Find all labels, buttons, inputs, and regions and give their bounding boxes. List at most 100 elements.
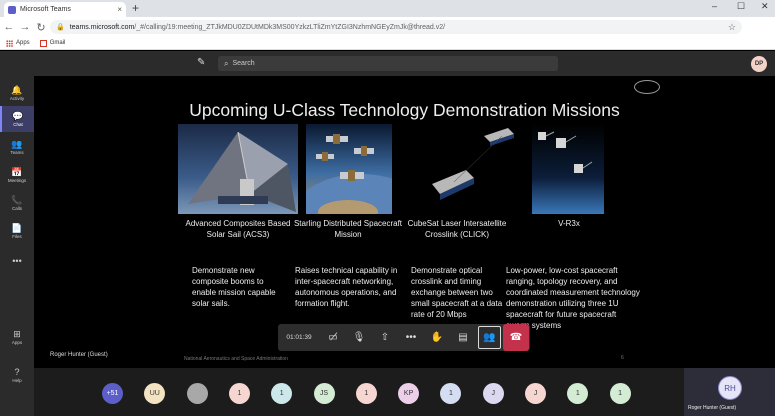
show-conversation-button[interactable]: ▤ [450, 324, 476, 351]
close-tab-icon[interactable]: × [117, 5, 122, 14]
search-icon: ⌕ [224, 58, 229, 68]
participant-avatar[interactable]: J [525, 383, 546, 404]
rail-item-label: Calls [11, 206, 22, 211]
acs3-image [178, 124, 298, 214]
camera-off-icon: ▭̸ [328, 332, 338, 343]
click-image [418, 124, 530, 214]
participant-avatar[interactable]: KP [398, 383, 420, 404]
teams-header: ✎ ⌕ Search DP [0, 51, 775, 76]
more-participants-badge[interactable]: +51 [102, 383, 123, 404]
participant-avatar[interactable]: J [482, 383, 504, 404]
participant-avatar[interactable] [186, 383, 208, 404]
gmail-icon [39, 39, 47, 47]
phone-icon: 📞 [11, 195, 23, 205]
rail-item-apps[interactable]: ⊞ Apps [0, 324, 34, 350]
rail-item-label: Activity [9, 96, 25, 101]
url-host: teams.microsoft.com [69, 23, 135, 31]
mute-button[interactable]: 🎙 [346, 324, 372, 351]
bookmark-star-icon[interactable]: ☆ [728, 22, 736, 33]
rail-item-label: Meetings [7, 178, 27, 183]
browser-tab[interactable]: Microsoft Teams × [4, 2, 126, 17]
participant-avatar[interactable]: 1 [271, 383, 293, 404]
search-placeholder: Search [232, 60, 255, 67]
rail-item-meetings[interactable]: 📅 Meetings [0, 162, 34, 188]
maximize-window-button[interactable]: ☐ [737, 1, 745, 12]
participant-roster: RH Roger Hunter (Guest) +51 UU 1 1 JS 1 KP 1 J J 1… [34, 368, 775, 416]
slide-footer: National Aeronautics and Space Administr… [184, 356, 288, 362]
new-chat-icon[interactable]: ✎ [197, 57, 205, 68]
rail-item-help[interactable]: ? Help [0, 362, 34, 388]
tab-title: Microsoft Teams [20, 6, 71, 13]
more-icon: ••• [405, 332, 417, 343]
forward-arrow-icon[interactable]: → [18, 21, 32, 33]
file-icon: 📄 [11, 223, 23, 233]
nasa-logo [634, 80, 660, 94]
rail-item-teams[interactable]: 👥 Teams [0, 134, 34, 160]
lock-icon: 🔒 [56, 24, 65, 31]
call-timer: 01:01:39 [286, 334, 312, 341]
mission-desc-click: Demonstrate optical crosslink and timing… [411, 266, 503, 319]
more-icon: ••• [12, 256, 22, 266]
address-bar[interactable]: 🔒 teams.microsoft.com/_#/calling/19:meet… [50, 20, 742, 34]
mission-name-vr3x: V-R3x [558, 219, 580, 228]
self-video-tile: RH Roger Hunter (Guest) [684, 368, 775, 416]
url-path: /_#/calling/19:meeting_ZTJkMDU0ZDUtMDk3M… [134, 23, 446, 31]
slide-title: Upcoming U-Class Technology Demonstratio… [189, 100, 620, 120]
raise-hand-button[interactable]: ✋ [424, 324, 450, 351]
rail-item-files[interactable]: 📄 Files [0, 218, 34, 244]
participant-avatar[interactable]: 1 [567, 383, 589, 404]
rail-item-activity[interactable]: 🔔 Activity [0, 80, 34, 106]
more-actions-button[interactable]: ••• [398, 324, 424, 351]
self-name: Roger Hunter (Guest) [688, 405, 737, 411]
reload-icon[interactable]: ↻ [34, 21, 48, 34]
teams-favicon-icon [8, 5, 16, 14]
rail-item-label: Help [12, 378, 22, 383]
slide-page-number: 6 [621, 355, 624, 361]
hang-up-button[interactable]: ☎ [503, 324, 529, 351]
participant-avatar[interactable]: JS [313, 383, 335, 404]
starling-image [306, 124, 392, 214]
bookmark-gmail-label: Gmail [49, 40, 66, 46]
share-button[interactable]: ⇧ [372, 324, 398, 351]
mission-desc-vr3x: Low-power, low-cost spacecraft ranging, … [506, 266, 640, 330]
mic-off-icon: 🎙 [352, 332, 366, 343]
self-avatar: RH [718, 376, 742, 400]
bookmark-apps[interactable]: Apps [6, 39, 30, 47]
mission-name-starling: Starling Distributed Spacecraft Mission [293, 219, 403, 239]
chat-icon: 💬 [12, 111, 24, 121]
help-icon: ? [14, 367, 20, 377]
rail-item-chat[interactable]: 💬 Chat [0, 106, 34, 132]
bookmark-gmail[interactable]: Gmail [39, 39, 66, 47]
bookmark-apps-label: Apps [16, 40, 30, 46]
show-participants-button[interactable]: 👥 [478, 326, 501, 349]
camera-off-button[interactable]: ▭̸ [320, 324, 346, 351]
share-screen-icon: ⇧ [380, 332, 390, 343]
apps-icon: ⊞ [13, 329, 21, 339]
calendar-icon: 📅 [11, 167, 23, 177]
app-rail: 🔔 Activity 💬 Chat 👥 Teams 📅 Meetings 📞 Calls 📄 File… [0, 76, 34, 416]
minimize-window-button[interactable]: – [712, 1, 717, 11]
presenter-name: Roger Hunter (Guest) [50, 352, 108, 358]
close-window-button[interactable]: ✕ [761, 1, 769, 12]
chat-icon: ▤ [458, 332, 468, 343]
participants-icon: 👥 [483, 332, 496, 343]
mission-name-acs3: Advanced Composites Based Solar Sail (AC… [185, 219, 291, 239]
hand-icon: ✋ [430, 332, 444, 343]
participant-avatar[interactable]: 1 [440, 383, 462, 404]
new-tab-button[interactable]: + [132, 1, 139, 15]
mission-desc-starling: Raises technical capability in inter-spa… [295, 266, 398, 308]
rail-item-more[interactable]: ••• [0, 248, 34, 274]
rail-item-label: Apps [11, 340, 23, 345]
rail-item-label: Chat [13, 122, 23, 127]
participant-avatar[interactable]: 1 [355, 383, 377, 404]
mission-name-click: CubeSat Laser Intersatellite Crosslink (… [407, 219, 507, 239]
search-input[interactable]: ⌕ Search [218, 56, 558, 71]
rail-item-calls[interactable]: 📞 Calls [0, 190, 34, 216]
vr3x-image [532, 124, 604, 214]
participant-avatar[interactable]: UU [144, 383, 166, 404]
rail-item-label: Teams [10, 150, 24, 155]
back-arrow-icon[interactable]: ← [2, 21, 16, 33]
participant-avatar[interactable]: 1 [609, 383, 631, 404]
participant-avatar[interactable]: 1 [228, 383, 250, 404]
user-avatar[interactable]: DP [751, 56, 767, 72]
